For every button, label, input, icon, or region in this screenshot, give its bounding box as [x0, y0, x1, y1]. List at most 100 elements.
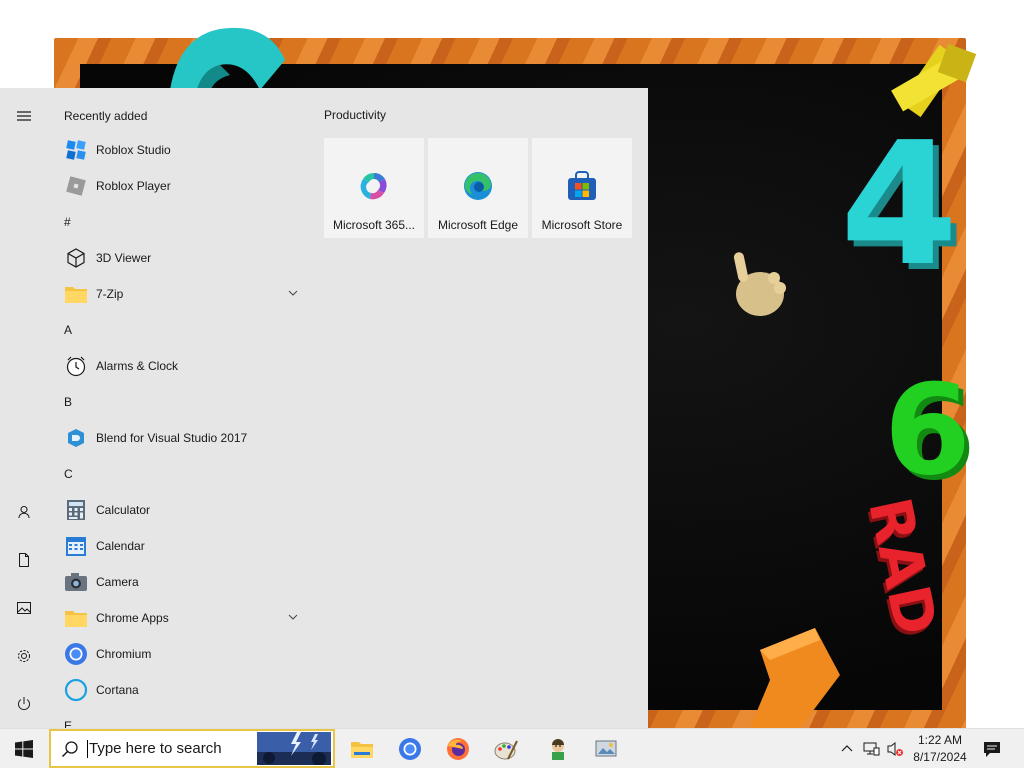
folder-icon — [64, 282, 88, 306]
system-clock[interactable]: 1:22 AM 8/17/2024 — [904, 732, 976, 766]
tile-label: Microsoft 365... — [332, 218, 416, 232]
recently-added-header: Recently added — [64, 109, 148, 123]
microsoft-365-icon — [360, 172, 387, 200]
number-four-art: 4 — [840, 106, 959, 304]
letter-header-c[interactable]: C — [64, 456, 304, 492]
app-label: Camera — [96, 575, 139, 589]
app-label: Roblox Player — [96, 179, 171, 193]
expand-menu-button[interactable] — [0, 92, 48, 140]
taskbar-avatar-app[interactable] — [534, 729, 582, 769]
calculator-icon — [64, 498, 88, 522]
documents-icon — [19, 553, 29, 567]
app-item-roblox-player[interactable]: Roblox Player — [56, 168, 304, 204]
app-label: Cortana — [96, 683, 139, 697]
search-input[interactable]: Type here to search — [49, 729, 335, 768]
taskbar-file-explorer[interactable] — [338, 729, 386, 769]
app-label: Chrome Apps — [96, 611, 169, 625]
avatar-app-icon — [552, 739, 564, 760]
paint-icon — [494, 740, 518, 760]
settings-icon — [18, 650, 30, 662]
letter-header-e[interactable]: E — [64, 708, 304, 728]
tile-microsoft-store[interactable]: Microsoft Store — [532, 138, 632, 238]
pictures-button[interactable] — [0, 584, 48, 632]
network-icon[interactable] — [862, 740, 880, 758]
pictures-icon — [17, 602, 31, 614]
app-item-camera[interactable]: Camera — [56, 564, 304, 600]
pointing-hand-art — [733, 252, 786, 316]
search-highlight-art — [257, 732, 331, 765]
app-label: Alarms & Clock — [96, 359, 179, 373]
tiles-area: Productivity Microsoft 365... Microsoft … — [312, 88, 648, 728]
app-item-cortana[interactable]: Cortana — [56, 672, 304, 708]
text-caret — [87, 739, 88, 758]
edge-icon — [464, 172, 492, 200]
letter-header-b[interactable]: B — [64, 384, 304, 420]
app-item-calendar[interactable]: Calendar — [56, 528, 304, 564]
start-menu: Recently added Roblox Studio Roblox Play… — [0, 88, 648, 728]
tile-label: Microsoft Edge — [437, 218, 519, 232]
chevron-up-icon[interactable] — [838, 740, 856, 758]
app-item-calculator[interactable]: Calculator — [56, 492, 304, 528]
volume-muted-icon[interactable] — [886, 740, 904, 758]
search-icon — [61, 740, 78, 757]
start-button[interactable] — [0, 729, 48, 769]
number-six-art: 6 — [884, 358, 971, 503]
settings-button[interactable] — [0, 632, 48, 680]
app-item-7-zip-folder[interactable]: 7-Zip — [56, 276, 304, 312]
blend-icon — [64, 426, 88, 450]
camera-icon — [64, 570, 88, 594]
taskbar-paint[interactable] — [482, 729, 530, 769]
taskbar-media-app[interactable] — [582, 729, 630, 769]
roblox-player-icon — [64, 174, 88, 198]
letter-header-a[interactable]: A — [64, 312, 304, 348]
action-center-icon — [984, 742, 1000, 757]
taskbar-chromium[interactable] — [386, 729, 434, 769]
app-label: 7-Zip — [96, 287, 124, 301]
folder-icon — [64, 606, 88, 630]
app-item-chrome-apps-folder[interactable]: Chrome Apps — [56, 600, 304, 636]
app-item-roblox-studio[interactable]: Roblox Studio — [56, 132, 304, 168]
chromium-icon — [64, 642, 88, 666]
clock-date: 8/17/2024 — [913, 750, 967, 764]
app-item-3d-viewer[interactable]: 3D Viewer — [56, 240, 304, 276]
app-label: Calculator — [96, 503, 151, 517]
app-label: 3D Viewer — [96, 251, 152, 265]
tiles-group-title: Productivity — [324, 108, 387, 122]
tile-label: Microsoft Store — [541, 218, 623, 232]
file-explorer-icon — [351, 742, 373, 758]
chevron-down-icon — [288, 614, 298, 620]
clock-icon — [64, 354, 88, 378]
user-icon — [18, 506, 30, 519]
tile-microsoft-edge[interactable]: Microsoft Edge — [428, 138, 528, 238]
chevron-down-icon — [288, 290, 298, 296]
hamburger-menu-icon — [17, 111, 31, 121]
chromium-icon — [399, 738, 421, 760]
letter-header-hash[interactable]: # — [64, 204, 304, 240]
clock-time: 1:22 AM — [917, 733, 963, 747]
roblox-studio-icon — [64, 138, 88, 162]
store-icon — [568, 171, 596, 200]
app-list: Recently added Roblox Studio Roblox Play… — [48, 88, 312, 728]
firefox-icon — [447, 738, 469, 760]
cube-icon — [64, 246, 88, 270]
taskbar-firefox[interactable] — [434, 729, 482, 769]
app-item-blend-vs-2017[interactable]: Blend for Visual Studio 2017 — [56, 420, 304, 456]
documents-button[interactable] — [0, 536, 48, 584]
cortana-icon — [64, 678, 88, 702]
taskbar: Type here to search 1:22 AM 8/17/2024 — [0, 728, 1024, 768]
windows-logo-icon — [15, 740, 33, 758]
tile-microsoft-365[interactable]: Microsoft 365... — [324, 138, 424, 238]
orange-block-art — [750, 628, 840, 728]
power-icon — [18, 697, 30, 711]
app-item-alarms-clock[interactable]: Alarms & Clock — [56, 348, 304, 384]
app-label: Chromium — [96, 647, 152, 661]
power-button[interactable] — [0, 680, 48, 728]
app-label: Roblox Studio — [96, 143, 171, 157]
app-item-chromium[interactable]: Chromium — [56, 636, 304, 672]
media-app-icon — [595, 740, 617, 757]
action-center-button[interactable] — [978, 729, 1006, 769]
account-button[interactable] — [0, 488, 48, 536]
search-placeholder: Type here to search — [89, 740, 222, 757]
calendar-icon — [64, 534, 88, 558]
start-rail — [0, 88, 48, 728]
